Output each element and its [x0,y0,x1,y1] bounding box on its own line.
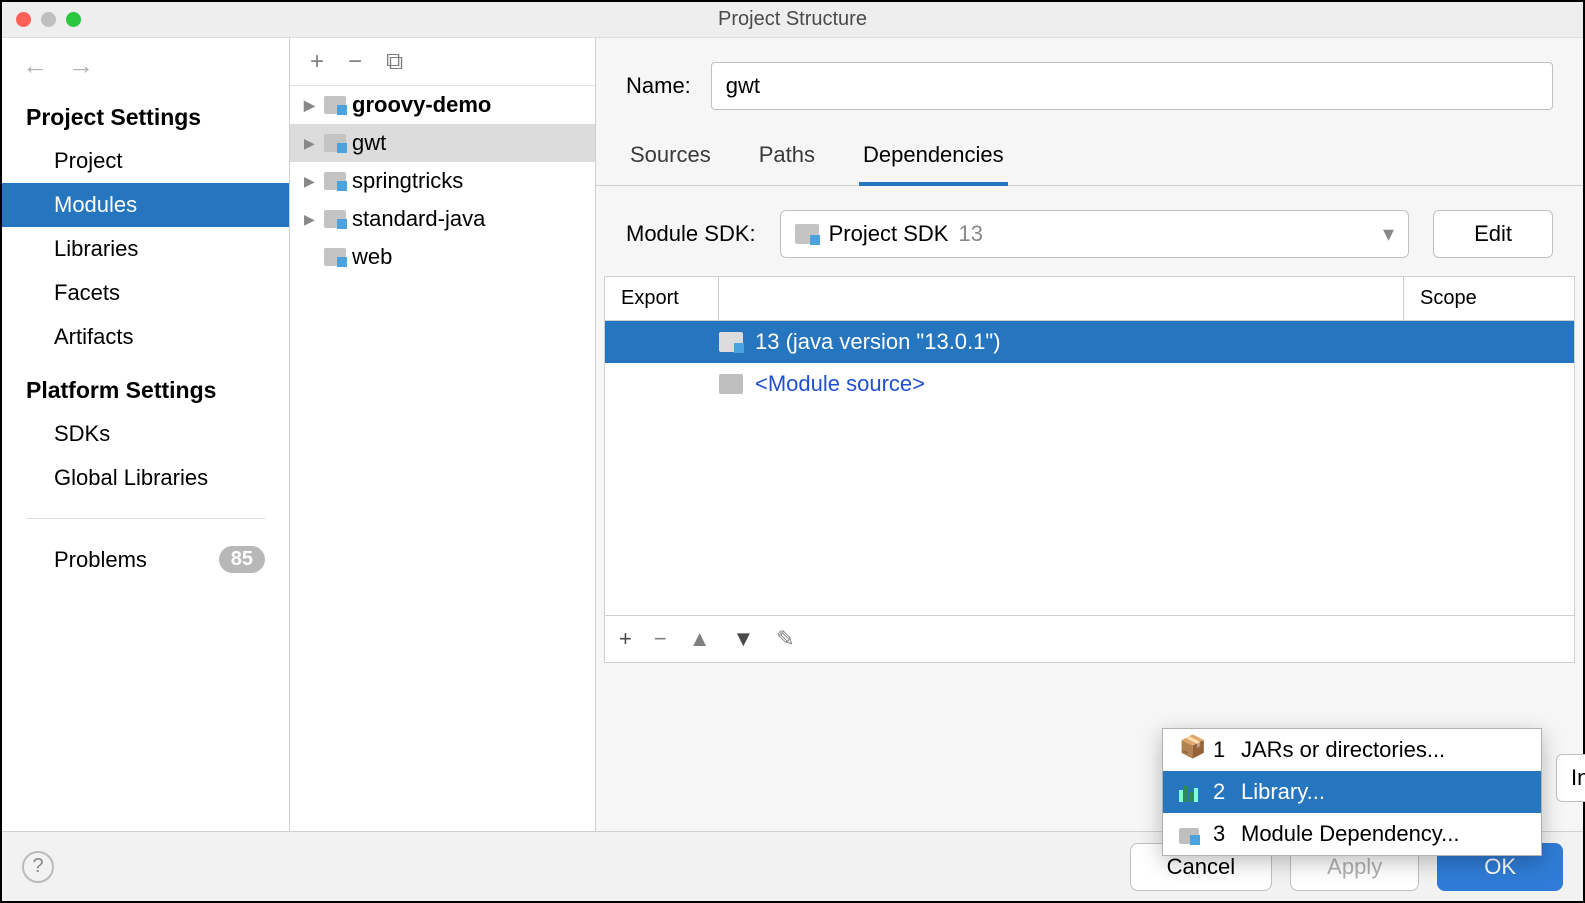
dependency-row-module-source[interactable]: <Module source> [605,363,1574,405]
library-icon [1179,782,1201,802]
col-name [719,277,1404,320]
move-up-icon[interactable]: ▲ [689,626,711,652]
tree-item-web[interactable]: ▶ web [290,238,595,276]
tab-sources[interactable]: Sources [626,134,715,185]
module-tree: + − ⧉ ▶ groovy-demo ▶ gwt ▶ springtricks… [290,38,596,831]
sidebar-item-modules[interactable]: Modules [2,183,289,227]
sidebar-item-problems[interactable]: Problems 85 [2,537,289,582]
folder-icon [719,374,743,394]
window-title: Project Structure [2,8,1583,31]
dependency-row-sdk[interactable]: 13 (java version "13.0.1") [605,321,1574,363]
folder-icon [324,96,346,114]
chevron-right-icon: ▶ [304,173,318,190]
popup-item-library[interactable]: 2 Library... [1163,771,1541,813]
sidebar-item-libraries[interactable]: Libraries [2,227,289,271]
nav-forward-icon[interactable]: → [68,52,94,78]
folder-icon [324,210,346,228]
sidebar-item-global-libraries[interactable]: Global Libraries [2,456,289,500]
main-panel: Name: Sources Paths Dependencies Module … [596,38,1583,831]
chevron-right-icon: ▶ [304,211,318,228]
tab-dependencies[interactable]: Dependencies [859,134,1008,186]
tree-item-standard-java[interactable]: ▶ standard-java [290,200,595,238]
sidebar-item-project[interactable]: Project [2,139,289,183]
remove-dependency-icon[interactable]: − [654,626,667,652]
sidebar: ← → Project Settings Project Modules Lib… [2,38,290,831]
sidebar-item-sdks[interactable]: SDKs [2,412,289,456]
help-button[interactable]: ? [22,851,54,883]
nav-back-icon[interactable]: ← [22,52,48,78]
module-sdk-select[interactable]: Project SDK 13 ▾ [780,210,1409,258]
sdk-icon [795,224,819,244]
name-label: Name: [626,73,691,99]
add-module-icon[interactable]: + [310,48,324,76]
move-down-icon[interactable]: ▼ [733,626,755,652]
archive-icon: 📦 [1179,740,1201,760]
section-platform-settings: Platform Settings [2,359,289,412]
sidebar-item-facets[interactable]: Facets [2,271,289,315]
storage-format-select[interactable]: IntelliJ IDEA (.iml) ▾ [1556,754,1585,802]
tree-item-gwt[interactable]: ▶ gwt [290,124,595,162]
sidebar-divider [26,518,265,519]
problems-label: Problems [54,547,147,573]
dependencies-table: Export Scope 13 (java version "13.0.1") … [604,276,1575,616]
popup-item-jars[interactable]: 📦 1 JARs or directories... [1163,729,1541,771]
module-name-input[interactable] [711,62,1553,110]
problems-count-badge: 85 [219,546,265,573]
tree-item-springtricks[interactable]: ▶ springtricks [290,162,595,200]
chevron-right-icon: ▶ [304,135,318,152]
folder-icon [324,134,346,152]
module-icon [1179,824,1201,844]
chevron-right-icon: ▶ [304,97,318,114]
folder-icon [324,248,346,266]
remove-module-icon[interactable]: − [348,48,362,76]
section-project-settings: Project Settings [2,86,289,139]
col-scope[interactable]: Scope [1404,277,1574,320]
add-dependency-popup: 📦 1 JARs or directories... 2 Library... … [1162,728,1542,856]
copy-module-icon[interactable]: ⧉ [386,48,403,76]
folder-icon [324,172,346,190]
add-dependency-icon[interactable]: + [619,626,632,652]
module-sdk-label: Module SDK: [626,221,756,247]
titlebar: Project Structure [2,2,1583,38]
sidebar-item-artifacts[interactable]: Artifacts [2,315,289,359]
col-export[interactable]: Export [605,277,719,320]
chevron-down-icon: ▾ [1383,221,1394,247]
tree-item-groovy-demo[interactable]: ▶ groovy-demo [290,86,595,124]
edit-sdk-button[interactable]: Edit [1433,210,1553,258]
tab-paths[interactable]: Paths [755,134,819,185]
edit-dependency-icon[interactable]: ✎ [776,626,794,652]
sdk-folder-icon [719,332,743,352]
popup-item-module-dependency[interactable]: 3 Module Dependency... [1163,813,1541,855]
